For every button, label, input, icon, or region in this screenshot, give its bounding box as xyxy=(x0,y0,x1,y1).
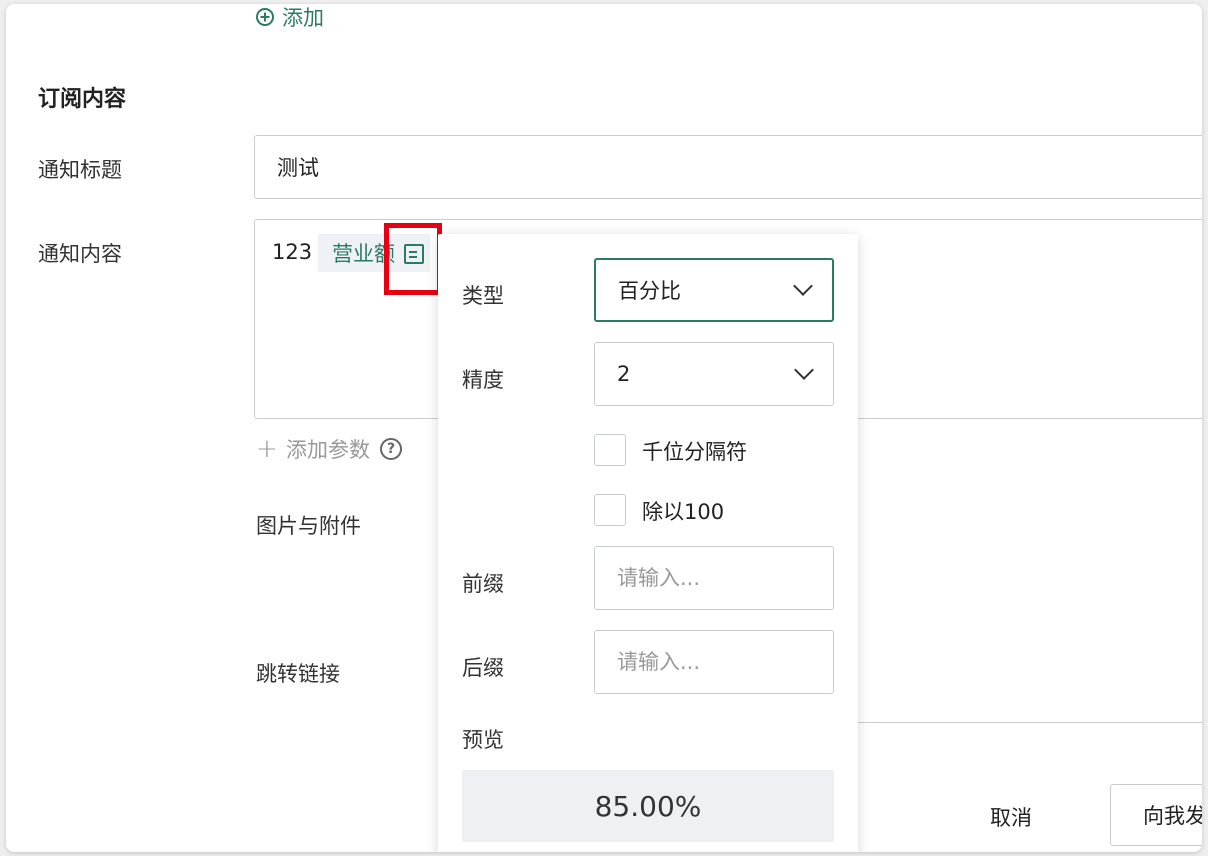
notify-content-label: 通知内容 xyxy=(38,242,122,266)
section-title: 订阅内容 xyxy=(38,87,127,112)
type-value: 百分比 xyxy=(618,279,681,303)
divide-by-100-label: 除以100 xyxy=(642,500,725,524)
notify-title-input[interactable]: 测试 xyxy=(254,135,1202,199)
thousands-separator-checkbox[interactable] xyxy=(594,434,626,466)
preview-box: 85.00% xyxy=(462,770,834,842)
plus-circle-icon xyxy=(256,8,274,26)
divide-by-100-checkbox[interactable] xyxy=(594,494,626,526)
precision-label: 精度 xyxy=(462,368,504,392)
images-attachments-label: 图片与附件 xyxy=(256,514,361,538)
preview-value: 85.00% xyxy=(594,789,702,823)
send-to-me-label: 向我发送 xyxy=(1143,804,1202,828)
plus-icon: + xyxy=(256,434,278,464)
suffix-input[interactable] xyxy=(594,630,834,694)
precision-value: 2 xyxy=(617,362,631,386)
suffix-label: 后缀 xyxy=(462,656,504,680)
type-select[interactable]: 百分比 xyxy=(594,258,834,322)
jump-link-input-edge[interactable] xyxy=(856,722,1202,723)
chevron-down-icon xyxy=(793,276,813,296)
highlight-box xyxy=(384,223,442,295)
precision-select[interactable]: 2 xyxy=(594,342,834,406)
add-param-button[interactable]: + 添加参数 ? xyxy=(256,434,402,464)
type-label: 类型 xyxy=(462,284,504,308)
subscription-dialog: 添加 订阅内容 通知标题 测试 通知内容 123 营业额 + 添加参数 ? 图片… xyxy=(6,4,1202,852)
thousands-separator-label: 千位分隔符 xyxy=(642,440,747,464)
prefix-input[interactable] xyxy=(594,546,834,610)
send-to-me-button[interactable]: 向我发送 xyxy=(1110,784,1202,846)
preview-label: 预览 xyxy=(462,728,504,752)
add-link[interactable]: 添加 xyxy=(256,4,324,30)
format-popup: 类型 百分比 精度 2 千位分隔符 除以100 前缀 后缀 预览 85.00% xyxy=(438,234,858,852)
jump-link-label: 跳转链接 xyxy=(256,662,340,686)
notify-title-label: 通知标题 xyxy=(38,158,122,182)
help-circle-icon[interactable]: ? xyxy=(380,438,402,460)
add-param-label: 添加参数 xyxy=(286,438,370,462)
prefix-label: 前缀 xyxy=(462,572,504,596)
add-link-label: 添加 xyxy=(282,6,324,30)
chevron-down-icon xyxy=(794,360,814,380)
notify-title-value: 测试 xyxy=(277,156,319,180)
cancel-button[interactable]: 取消 xyxy=(990,802,1032,832)
content-text: 123 xyxy=(272,240,313,264)
